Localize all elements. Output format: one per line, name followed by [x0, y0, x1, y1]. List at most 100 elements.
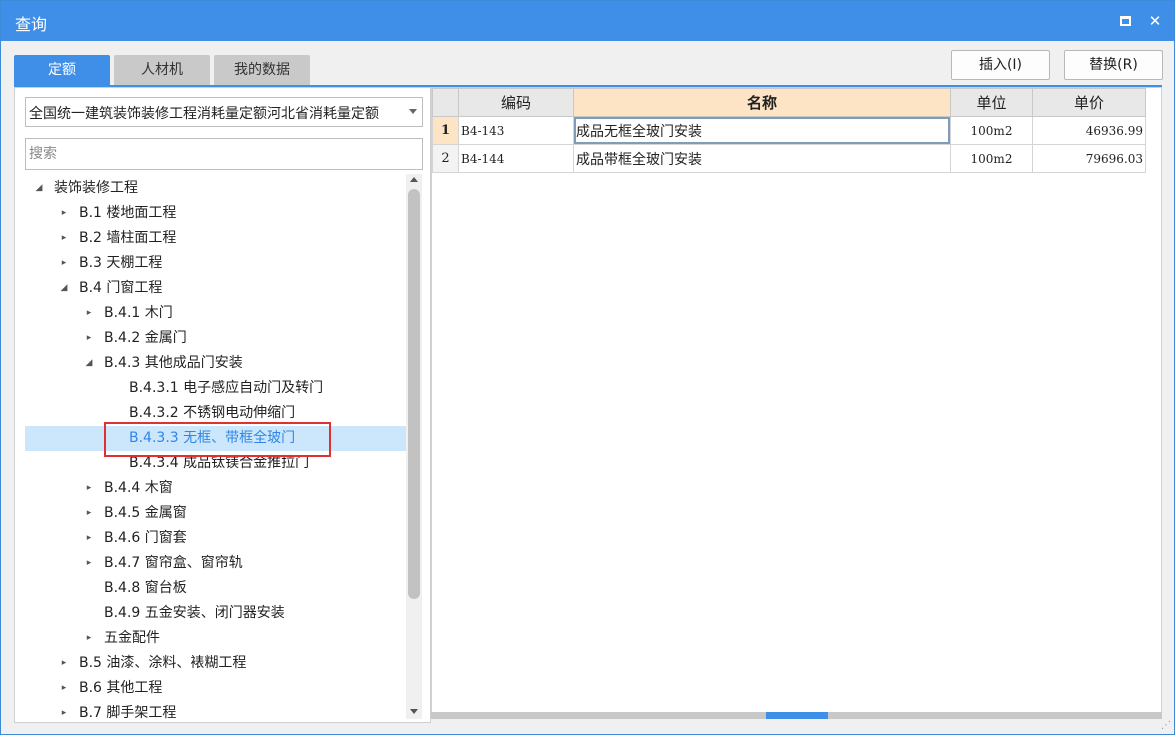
tree-node[interactable]: ▸ B.4.1 木门: [25, 301, 407, 326]
maximize-icon[interactable]: [1115, 10, 1137, 32]
row-number: 2: [432, 144, 459, 173]
expand-icon[interactable]: ▸: [58, 651, 70, 676]
cell-unit[interactable]: 100m2: [950, 144, 1033, 173]
tree-node[interactable]: ▸ B.7 脚手架工程: [25, 701, 407, 721]
tree-node-label: B.4.3.2 不锈钢电动伸缩门: [129, 405, 296, 421]
tree-node-label: B.6 其他工程: [79, 680, 163, 696]
results-table: 编码 名称 单位 单价 1 B4-143 成品无框全玻门安装 100m2 469…: [432, 88, 1146, 173]
tree-node[interactable]: ◢ B.4 门窗工程: [25, 276, 407, 301]
tree-node-label: B.5 油漆、涂料、裱糊工程: [79, 655, 247, 671]
results-panel: 编码 名称 单位 单价 1 B4-143 成品无框全玻门安装 100m2 469…: [431, 87, 1162, 719]
close-icon[interactable]: ✕: [1144, 10, 1166, 32]
tab-my-data[interactable]: 我的数据: [214, 55, 310, 85]
tree-node[interactable]: ▸ B.1 楼地面工程: [25, 201, 407, 226]
tree-node[interactable]: B.4.3.1 电子感应自动门及转门: [25, 376, 407, 401]
expand-icon[interactable]: ▸: [58, 251, 70, 276]
cell-price[interactable]: 46936.99: [1032, 116, 1146, 145]
cell-price[interactable]: 79696.03: [1032, 144, 1146, 173]
expand-icon[interactable]: ▸: [83, 326, 95, 351]
tree-node[interactable]: ▸ B.4.4 木窗: [25, 476, 407, 501]
expand-icon[interactable]: ▸: [58, 676, 70, 701]
tree-node[interactable]: ▸ B.4.7 窗帘盒、窗帘轨: [25, 551, 407, 576]
table-row[interactable]: 1 B4-143 成品无框全玻门安装 100m2 46936.99: [432, 116, 1146, 145]
scroll-down-icon[interactable]: [410, 709, 418, 714]
tab-labor-material-machine[interactable]: 人材机: [114, 55, 210, 85]
window-title: 查询: [15, 15, 48, 34]
tree-node-label: B.7 脚手架工程: [79, 705, 177, 721]
column-header-price[interactable]: 单价: [1032, 88, 1146, 117]
tree-scrollbar[interactable]: [406, 174, 422, 719]
cell-unit[interactable]: 100m2: [950, 116, 1033, 145]
cell-code[interactable]: B4-143: [458, 116, 574, 145]
tree-node-label: B.1 楼地面工程: [79, 205, 177, 221]
expand-icon[interactable]: ▸: [58, 226, 70, 251]
tree-node-label: B.4.3.4 成品钛镁合金推拉门: [129, 455, 310, 471]
scroll-up-icon[interactable]: [410, 177, 418, 182]
tree-node-label: B.4.9 五金安装、闭门器安装: [104, 605, 285, 621]
insert-button[interactable]: 插入(I): [951, 50, 1050, 80]
tree-node-label: 装饰装修工程: [54, 180, 138, 196]
tree-node-label: B.4.8 窗台板: [104, 580, 187, 596]
tree-node[interactable]: ▸ B.6 其他工程: [25, 676, 407, 701]
tree-node[interactable]: B.4.8 窗台板: [25, 576, 407, 601]
expand-icon[interactable]: ▸: [83, 526, 95, 551]
tree-node-label: 五金配件: [104, 630, 160, 646]
tree-panel: 全国统一建筑装饰装修工程消耗量定额河北省消耗量定额 ◢ 装饰装修工程 ▸ B.1 楼地…: [14, 87, 431, 723]
tab-quota[interactable]: 定额: [14, 55, 110, 85]
tree-node[interactable]: B.4.9 五金安装、闭门器安装: [25, 601, 407, 626]
expand-icon[interactable]: ▸: [83, 626, 95, 651]
expand-icon[interactable]: ▸: [83, 476, 95, 501]
tree-node[interactable]: ◢ B.4.3 其他成品门安装: [25, 351, 407, 376]
collapse-icon[interactable]: ◢: [33, 176, 45, 201]
column-header-unit[interactable]: 单位: [950, 88, 1033, 117]
search-input[interactable]: [25, 138, 423, 170]
tree-node[interactable]: ▸ B.4.6 门窗套: [25, 526, 407, 551]
tree-node[interactable]: ▸ B.4.5 金属窗: [25, 501, 407, 526]
expand-icon[interactable]: ▸: [83, 501, 95, 526]
table-header-row: 编码 名称 单位 单价: [432, 88, 1146, 117]
tree-node-label: B.3 天棚工程: [79, 255, 163, 271]
tree-node[interactable]: ▸ B.3 天棚工程: [25, 251, 407, 276]
tree-node[interactable]: B.4.3.4 成品钛镁合金推拉门: [25, 451, 407, 476]
expand-icon[interactable]: ▸: [83, 301, 95, 326]
tree-node-label: B.4.2 金属门: [104, 330, 187, 346]
title-bar[interactable]: 查询 ✕: [1, 1, 1174, 41]
chevron-down-icon[interactable]: [409, 109, 417, 114]
tree-node-label: B.4.3.1 电子感应自动门及转门: [129, 380, 324, 396]
table-row[interactable]: 2 B4-144 成品带框全玻门安装 100m2 79696.03: [432, 144, 1146, 173]
expand-icon[interactable]: ▸: [58, 201, 70, 226]
tree-node-label: B.2 墙柱面工程: [79, 230, 177, 246]
tree-node-label: B.4.3.3 无框、带框全玻门: [129, 430, 296, 446]
library-select-value: 全国统一建筑装饰装修工程消耗量定额河北省消耗量定额: [29, 106, 379, 122]
tree-node[interactable]: ▸ B.4.2 金属门: [25, 326, 407, 351]
tree-node[interactable]: ▸ 五金配件: [25, 626, 407, 651]
column-header-name[interactable]: 名称: [573, 88, 951, 117]
expand-icon[interactable]: ▸: [58, 701, 70, 721]
column-header-code[interactable]: 编码: [458, 88, 574, 117]
cell-name[interactable]: 成品带框全玻门安装: [573, 144, 951, 173]
tree-node[interactable]: ◢ 装饰装修工程: [25, 176, 407, 201]
cell-name[interactable]: 成品无框全玻门安装: [573, 116, 951, 145]
expand-icon[interactable]: ▸: [83, 551, 95, 576]
library-select[interactable]: 全国统一建筑装饰装修工程消耗量定额河北省消耗量定额: [25, 97, 423, 127]
splitter-grip[interactable]: [766, 712, 828, 719]
chapter-tree: ◢ 装饰装修工程 ▸ B.1 楼地面工程 ▸ B.2 墙柱面工程 ▸ B.3 天棚工程 ◢ B.4…: [25, 176, 407, 721]
query-dialog: 查询 ✕ 定额 人材机 我的数据 插入(I) 替换(R) 全国统一建筑装饰装修工…: [0, 0, 1175, 735]
collapse-icon[interactable]: ◢: [58, 276, 70, 301]
tree-node[interactable]: ▸ B.5 油漆、涂料、裱糊工程: [25, 651, 407, 676]
row-number: 1: [432, 116, 459, 145]
tree-node-label: B.4.4 木窗: [104, 480, 173, 496]
replace-button[interactable]: 替换(R): [1064, 50, 1163, 80]
tree-node[interactable]: B.4.3.2 不锈钢电动伸缩门: [25, 401, 407, 426]
cell-code[interactable]: B4-144: [458, 144, 574, 173]
tree-node-label: B.4.6 门窗套: [104, 530, 187, 546]
collapse-icon[interactable]: ◢: [83, 351, 95, 376]
resize-grip-icon[interactable]: ⋰: [1161, 721, 1171, 731]
tree-node-label: B.4.1 木门: [104, 305, 173, 321]
panel-splitter[interactable]: [431, 712, 1162, 719]
tree-node[interactable]: B.4.3.3 无框、带框全玻门: [25, 426, 407, 451]
scroll-thumb[interactable]: [408, 189, 420, 599]
tree-node-label: B.4.7 窗帘盒、窗帘轨: [104, 555, 243, 571]
tree-node[interactable]: ▸ B.2 墙柱面工程: [25, 226, 407, 251]
tree-node-label: B.4.5 金属窗: [104, 505, 187, 521]
